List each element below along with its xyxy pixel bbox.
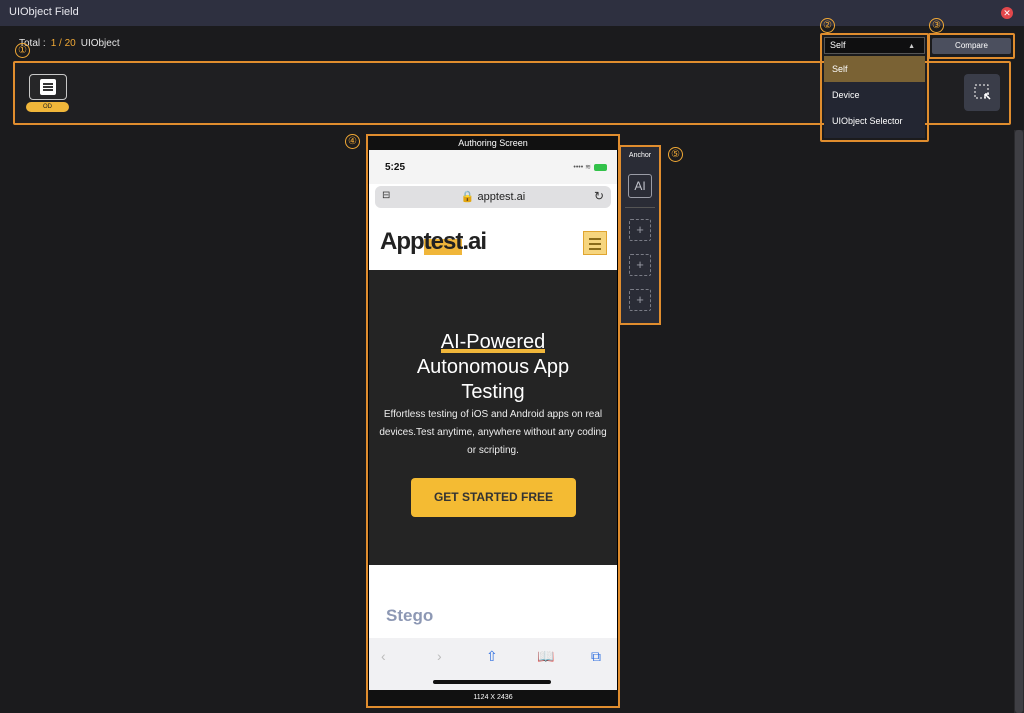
compare-button[interactable]: Compare xyxy=(932,38,1011,54)
status-time: 5:25 xyxy=(385,162,406,173)
document-icon xyxy=(40,79,56,95)
scrollbar[interactable] xyxy=(1014,130,1024,713)
authoring-screen: Authoring Screen 5:25 •••• ≋ ⊟ 🔒 apptest… xyxy=(366,134,620,708)
site-header: Apptest.ai xyxy=(369,218,617,272)
device-screen[interactable]: 5:25 •••• ≋ ⊟ 🔒 apptest.ai ↻ Apptest.ai … xyxy=(369,150,617,690)
object-badge: OD xyxy=(26,102,69,112)
hero-section: AI-Powered Autonomous App Testing Effortle… xyxy=(369,270,617,565)
stego-heading: Stego xyxy=(386,606,434,625)
callout-1: ① xyxy=(15,43,30,58)
get-started-button[interactable]: GET STARTED FREE xyxy=(411,478,576,517)
region-select-icon xyxy=(974,84,991,100)
target-dropdown: Self ▲ Self Device UIObject Selector xyxy=(820,33,929,142)
status-icons: •••• ≋ xyxy=(573,163,607,171)
divider xyxy=(625,207,655,208)
url-bar[interactable]: ⊟ 🔒 apptest.ai ↻ xyxy=(375,186,611,208)
share-icon[interactable]: ⇧ xyxy=(486,648,498,665)
add-anchor-slot[interactable]: + xyxy=(629,219,651,241)
tabs-overview-icon[interactable]: ⧉ xyxy=(591,648,601,665)
ai-anchor-button[interactable]: AI xyxy=(628,174,652,198)
callout-4: ④ xyxy=(345,134,360,149)
window-title: UIObject Field xyxy=(9,6,79,18)
title-bar: UIObject Field ✕ xyxy=(0,0,1024,26)
status-bar: 5:25 •••• ≋ xyxy=(369,150,617,184)
callout-5: ⑤ xyxy=(668,147,683,162)
hero-text: Effortless testing of iOS and Android ap… xyxy=(379,409,607,456)
uiobject-thumbnail[interactable] xyxy=(29,74,67,100)
caret-up-icon: ▲ xyxy=(908,43,915,50)
option-self[interactable]: Self xyxy=(824,56,925,82)
target-selected-value: Self xyxy=(830,40,846,50)
callout-3: ③ xyxy=(929,18,944,33)
hero-title: AI-Powered Autonomous App Testing xyxy=(416,331,570,403)
option-device[interactable]: Device xyxy=(824,82,925,108)
compare-area: Compare xyxy=(928,33,1015,59)
add-anchor-slot[interactable]: + xyxy=(629,254,651,276)
authoring-screen-label: Authoring Screen xyxy=(368,136,618,150)
total-indicator: Total :1 / 20 UIObject xyxy=(19,38,120,49)
scrollbar-thumb[interactable] xyxy=(1015,130,1023,713)
battery-icon xyxy=(594,163,607,171)
option-uiobject-selector[interactable]: UIObject Selector xyxy=(824,108,925,134)
back-icon[interactable]: ‹ xyxy=(381,648,386,664)
resolution-label: 1124 X 2436 xyxy=(368,690,618,706)
target-select[interactable]: Self ▲ xyxy=(824,37,925,54)
reload-icon[interactable]: ↻ xyxy=(594,189,604,203)
site-logo[interactable]: Apptest.ai xyxy=(380,228,487,256)
add-anchor-slot[interactable]: + xyxy=(629,289,651,311)
callout-2: ② xyxy=(820,18,835,33)
total-count: 1 / 20 xyxy=(50,38,76,49)
home-indicator xyxy=(433,680,551,684)
url-text: 🔒 apptest.ai xyxy=(460,191,526,203)
forward-icon[interactable]: › xyxy=(437,648,442,664)
dropdown-menu: Self Device UIObject Selector xyxy=(824,56,925,138)
region-select-button[interactable] xyxy=(964,74,1000,111)
hamburger-menu-icon[interactable] xyxy=(583,231,607,255)
anchor-label: Anchor xyxy=(628,152,652,159)
anchor-panel: Anchor AI + + + xyxy=(619,145,661,325)
bookmarks-icon[interactable]: 📖 xyxy=(537,648,554,665)
object-type-label: UIObject xyxy=(80,38,120,49)
close-icon[interactable]: ✕ xyxy=(1001,7,1013,19)
